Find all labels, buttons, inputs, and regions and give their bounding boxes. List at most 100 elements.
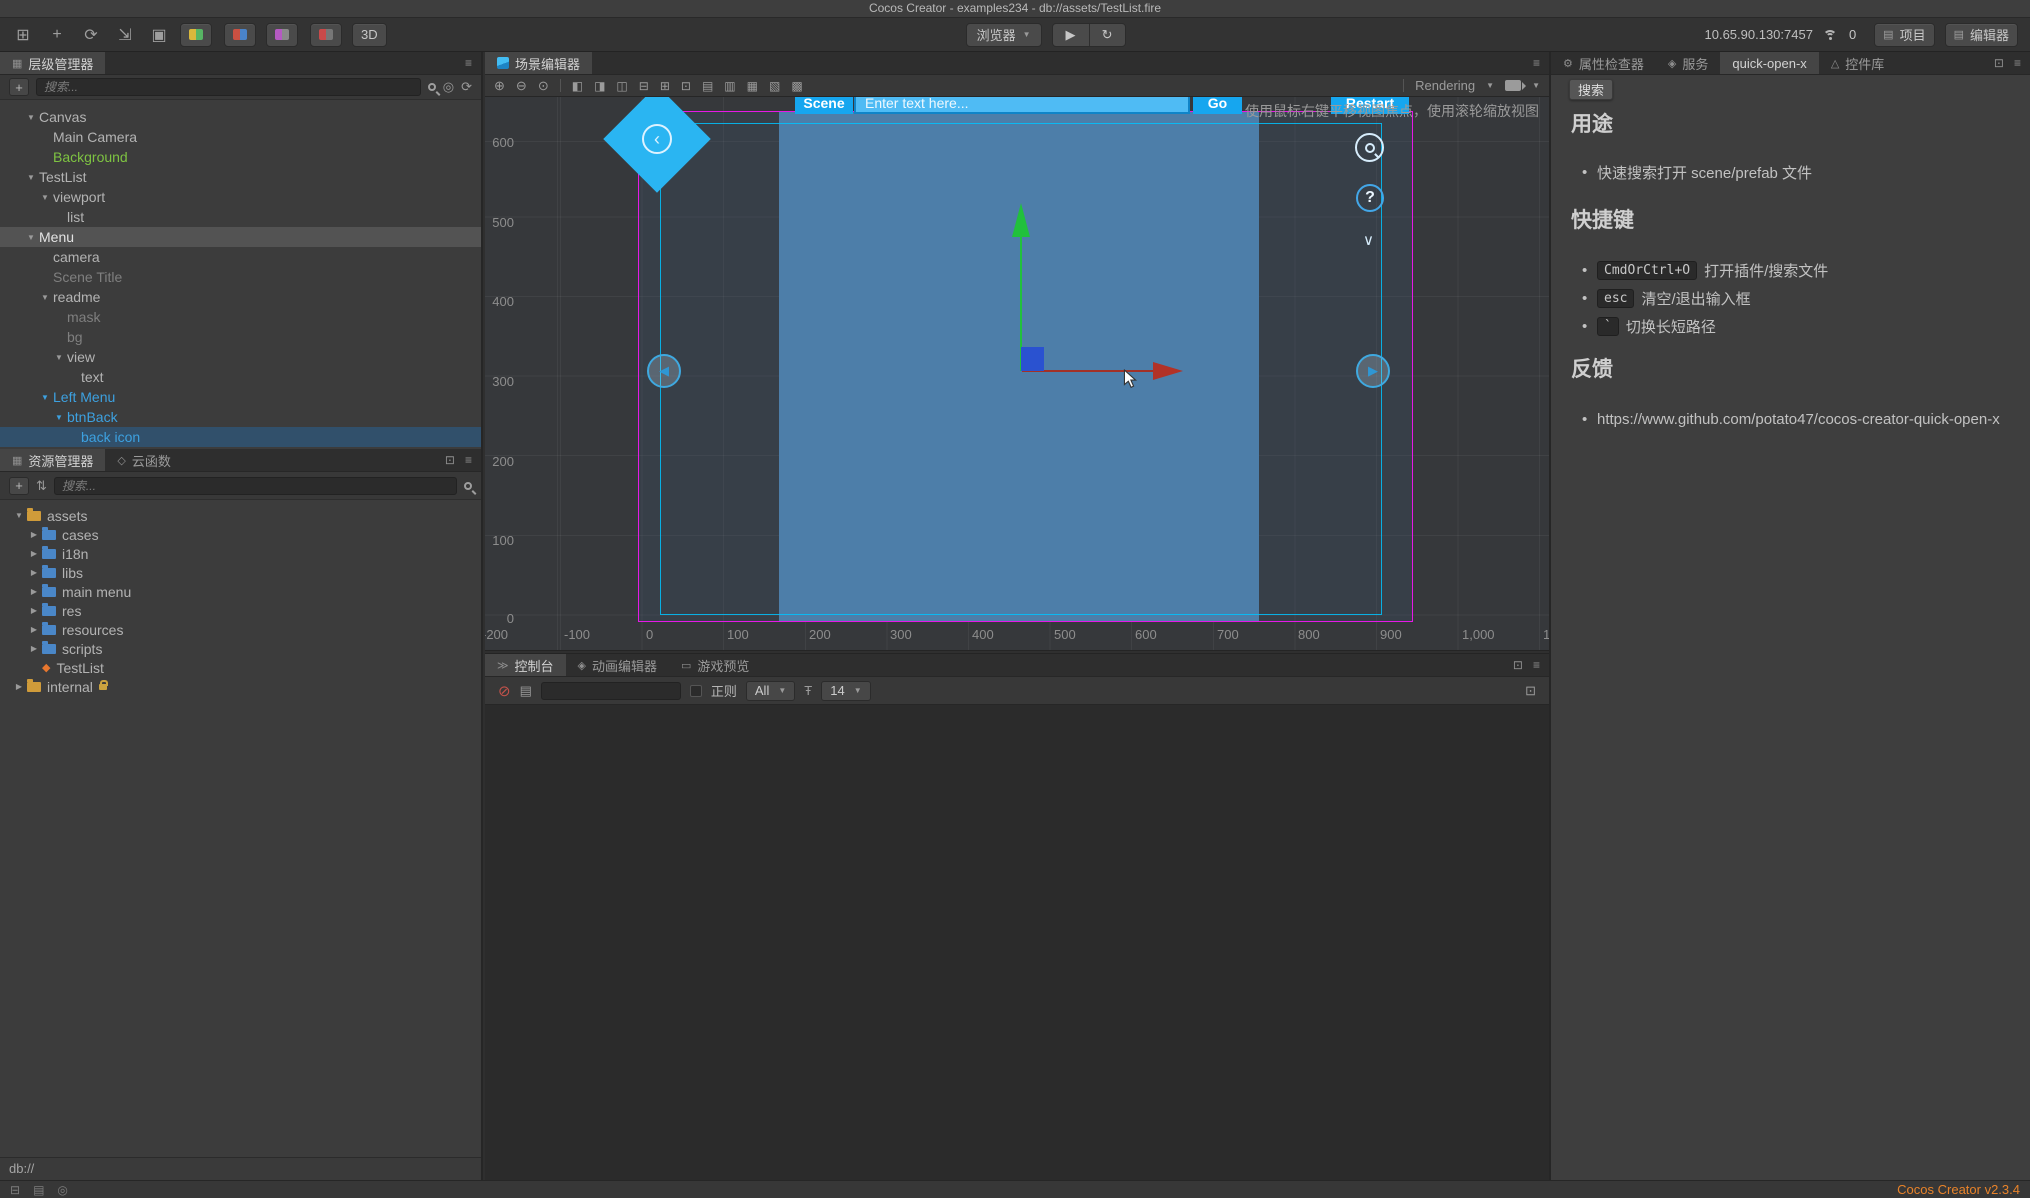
tree-node-readme[interactable]: ▼ readme — [0, 287, 481, 307]
tree-node-left-menu[interactable]: ▼ Left Menu — [0, 387, 481, 407]
regex-checkbox[interactable] — [689, 684, 702, 697]
tab-cloud-functions[interactable]: ◇ 云函数 — [105, 449, 182, 471]
expander-icon[interactable]: ▼ — [40, 293, 50, 302]
tree-node-testlist[interactable]: ▼ TestList — [0, 167, 481, 187]
tab-widget-library[interactable]: △ 控件库 — [1819, 52, 1896, 74]
align-center-h-icon[interactable]: ◫ — [616, 79, 627, 93]
align-left-icon[interactable]: ◧ — [572, 79, 583, 93]
gizmo-y-arrowhead[interactable] — [1012, 203, 1030, 237]
text-input-sprite[interactable]: Enter text here... — [854, 97, 1190, 114]
expander-icon[interactable]: ▼ — [54, 353, 64, 362]
search-circle-sprite[interactable] — [1355, 133, 1384, 162]
stats-button-1[interactable] — [180, 22, 212, 47]
align-top-icon[interactable]: ⊟ — [639, 79, 649, 93]
chevron-down-sprite[interactable]: ∨ — [1363, 231, 1374, 249]
expander-icon[interactable]: ▼ — [14, 511, 24, 520]
play-button[interactable]: ▶ — [1053, 24, 1089, 46]
quick-open-search-button[interactable]: 搜索 — [1569, 79, 1613, 100]
asset-folder-internal[interactable]: ▶ internal — [0, 677, 481, 696]
asset-folder-main-menu[interactable]: ▶ main menu — [0, 582, 481, 601]
zoom-out-icon[interactable]: ⊖ — [516, 78, 527, 94]
scene-canvas[interactable]: 600 500 400 300 200 100 0 -200 -100 0 10… — [485, 97, 1549, 650]
expander-icon[interactable]: ▶ — [29, 549, 39, 558]
search-icon[interactable] — [427, 83, 436, 91]
open-project-button[interactable]: ▤ 项目 — [1874, 22, 1935, 47]
tab-inspector[interactable]: ⚙ 属性检查器 — [1551, 52, 1656, 74]
back-icon-sprite[interactable]: ‹ — [642, 124, 672, 154]
asset-file-testlist[interactable]: ◆ TestList — [0, 658, 481, 677]
tab-assets[interactable]: ▦ 资源管理器 — [0, 449, 106, 471]
console-output[interactable] — [485, 706, 1549, 1180]
assets-menu-icon[interactable]: ≡ — [465, 453, 472, 467]
expander-icon[interactable]: ▼ — [26, 173, 36, 182]
expand-console-icon[interactable]: ⊡ — [1525, 683, 1536, 699]
gizmo-x-arrowhead[interactable] — [1153, 362, 1183, 380]
gizmo-origin-handle[interactable] — [1021, 347, 1044, 371]
log-status-icon[interactable]: ▤ — [33, 1183, 44, 1197]
distribute-h-icon[interactable]: ▤ — [702, 79, 713, 93]
debug-button-2[interactable] — [310, 22, 342, 47]
tab-services[interactable]: ◈ 服务 — [1656, 52, 1720, 74]
align-right-icon[interactable]: ◨ — [594, 79, 605, 93]
scale-tool-button[interactable]: ⇲ — [114, 23, 136, 47]
tree-node-main-camera[interactable]: Main Camera — [0, 127, 481, 147]
tab-animation-editor[interactable]: ◈ 动画编辑器 — [566, 654, 669, 676]
align-middle-icon[interactable]: ⊞ — [660, 79, 670, 93]
refresh-preview-button[interactable]: ↻ — [1088, 23, 1125, 46]
scene-label-sprite[interactable]: Scene — [795, 97, 853, 114]
align-bottom-icon[interactable]: ⊡ — [681, 79, 691, 93]
distribute-v-icon[interactable]: ▥ — [724, 79, 735, 93]
tree-node-background[interactable]: Background — [0, 147, 481, 167]
clear-console-icon[interactable]: ⊘ — [498, 682, 511, 700]
eye-status-icon[interactable]: ◎ — [57, 1183, 67, 1197]
stats-button-2[interactable] — [224, 22, 256, 47]
expander-icon[interactable]: ▶ — [29, 606, 39, 615]
right-menu-icon[interactable]: ≡ — [2014, 56, 2021, 70]
debug-button-1[interactable] — [266, 22, 298, 47]
right-popout-icon[interactable]: ⊡ — [1994, 56, 2004, 70]
help-circle-sprite[interactable]: ? — [1356, 184, 1384, 212]
rect-tool-button[interactable]: ▣ — [148, 23, 170, 47]
asset-folder-cases[interactable]: ▶ cases — [0, 525, 481, 544]
sort-assets-icon[interactable]: ⇅ — [36, 478, 47, 494]
log-level-select[interactable]: All ▼ — [745, 680, 796, 701]
tree-node-btnback[interactable]: ▼ btnBack — [0, 407, 481, 427]
rotate-tool-button[interactable]: ⟳ — [80, 23, 102, 47]
preview-target-select[interactable]: 浏览器 ▼ — [965, 22, 1042, 47]
refresh-hierarchy-icon[interactable]: ⟳ — [461, 79, 472, 95]
hierarchy-menu-icon[interactable]: ≡ — [465, 56, 472, 70]
match-size-icon[interactable]: ▩ — [791, 79, 802, 93]
go-button-sprite[interactable]: Go — [1193, 97, 1242, 114]
tab-game-preview[interactable]: ▭ 游戏预览 — [669, 654, 761, 676]
expander-icon[interactable]: ▶ — [29, 530, 39, 539]
layout-tool-button[interactable]: ⊞ — [12, 23, 34, 47]
tree-node-camera[interactable]: camera — [0, 247, 481, 267]
expander-icon[interactable]: ▶ — [29, 625, 39, 634]
tree-node-mask[interactable]: mask — [0, 307, 481, 327]
expander-icon[interactable]: ▼ — [26, 113, 36, 122]
layout-status-icon[interactable]: ⊟ — [10, 1183, 20, 1197]
asset-folder-assets[interactable]: ▼ assets — [0, 506, 481, 525]
rendering-dropdown[interactable]: Rendering — [1415, 78, 1475, 93]
console-filter-input[interactable] — [540, 681, 681, 700]
expander-icon[interactable]: ▼ — [26, 233, 36, 242]
tree-node-bg[interactable]: bg — [0, 327, 481, 347]
tab-hierarchy[interactable]: ▦ 层级管理器 — [0, 52, 106, 74]
asset-folder-i18n[interactable]: ▶ i18n — [0, 544, 481, 563]
expander-icon[interactable]: ▶ — [29, 644, 39, 653]
tree-node-menu[interactable]: ▼ Menu — [0, 227, 481, 247]
nav-left-button-sprite[interactable]: ◀ — [647, 354, 681, 388]
tree-node-list[interactable]: list — [0, 207, 481, 227]
assets-search-icon[interactable] — [464, 481, 472, 490]
console-popout-icon[interactable]: ⊡ — [1513, 658, 1523, 672]
assets-popout-icon[interactable]: ⊡ — [445, 453, 455, 467]
hierarchy-search-input[interactable] — [36, 78, 421, 96]
asset-folder-scripts[interactable]: ▶ scripts — [0, 639, 481, 658]
match-height-icon[interactable]: ▧ — [769, 79, 780, 93]
tab-console[interactable]: ≫ 控制台 — [485, 654, 566, 676]
expander-ic[interactable]: ▼ — [40, 193, 50, 202]
asset-folder-resources[interactable]: ▶ resources — [0, 620, 481, 639]
assets-search-input[interactable] — [53, 476, 457, 495]
nav-right-button-sprite[interactable]: ▶ — [1356, 354, 1390, 388]
tree-node-viewport[interactable]: ▼ viewport — [0, 187, 481, 207]
